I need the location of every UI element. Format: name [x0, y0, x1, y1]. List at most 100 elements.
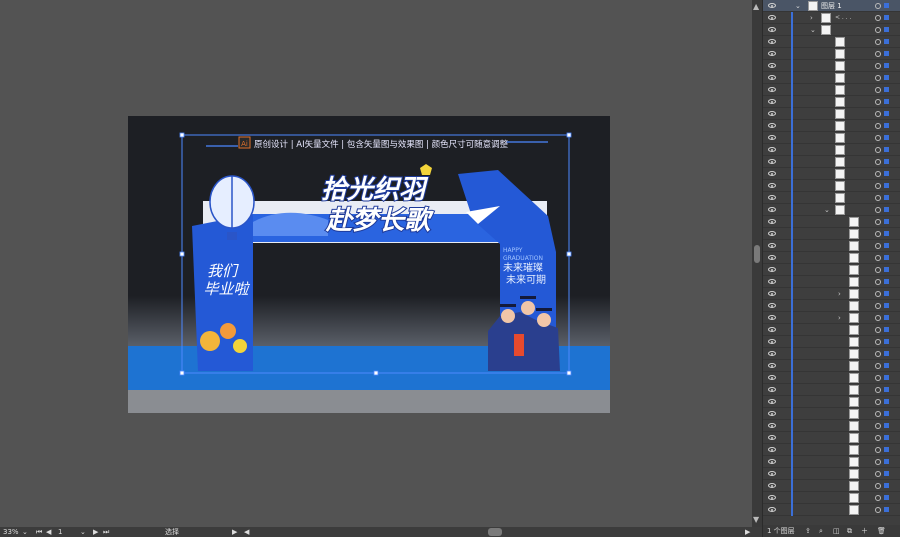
layer-row[interactable] [763, 384, 900, 396]
visibility-eye-icon[interactable] [768, 483, 776, 488]
scroll-down-arrow-icon[interactable]: ▼ [753, 515, 759, 524]
layer-target-icon[interactable] [875, 411, 881, 417]
collapse-chevron-icon[interactable]: ⌄ [824, 204, 830, 216]
sublayer-name[interactable]: < . . . [835, 12, 851, 24]
layer-row[interactable] [763, 420, 900, 432]
layer-row[interactable] [763, 144, 900, 156]
layer-row[interactable] [763, 84, 900, 96]
layer-target-icon[interactable] [875, 363, 881, 369]
layer-row[interactable] [763, 36, 900, 48]
selection-handle-ml[interactable] [179, 251, 185, 257]
layer-selection-indicator[interactable] [884, 3, 889, 8]
scroll-thumb[interactable] [754, 245, 760, 263]
layer-target-icon[interactable] [875, 159, 881, 165]
visibility-eye-icon[interactable] [768, 27, 776, 32]
layer-selection-indicator[interactable] [884, 39, 889, 44]
visibility-eye-icon[interactable] [768, 411, 776, 416]
layer-selection-indicator[interactable] [884, 15, 889, 20]
layer-selection-indicator[interactable] [884, 27, 889, 32]
layer-name[interactable]: 图层 1 [821, 0, 842, 12]
layer-row[interactable] [763, 432, 900, 444]
artboard-number[interactable]: 1 [58, 527, 62, 537]
layer-target-icon[interactable] [875, 39, 881, 45]
visibility-eye-icon[interactable] [768, 387, 776, 392]
layer-target-icon[interactable] [875, 219, 881, 225]
layer-selection-indicator[interactable] [884, 195, 889, 200]
visibility-eye-icon[interactable] [768, 15, 776, 20]
layer-target-icon[interactable] [875, 279, 881, 285]
layer-target-icon[interactable] [875, 99, 881, 105]
layer-selection-indicator[interactable] [884, 447, 889, 452]
layer-target-icon[interactable] [875, 483, 881, 489]
layer-row[interactable] [763, 156, 900, 168]
visibility-eye-icon[interactable] [768, 243, 776, 248]
layer-row[interactable] [763, 360, 900, 372]
layer-target-icon[interactable] [875, 15, 881, 21]
collapse-chevron-icon[interactable]: ⌄ [795, 2, 801, 10]
layer-target-icon[interactable] [875, 471, 881, 477]
layer-selection-indicator[interactable] [884, 495, 889, 500]
selection-handle-mr[interactable] [566, 251, 572, 257]
visibility-eye-icon[interactable] [768, 3, 776, 8]
layer-selection-indicator[interactable] [884, 435, 889, 440]
selection-handle-br[interactable] [566, 370, 572, 376]
layer-target-icon[interactable] [875, 27, 881, 33]
layer-selection-indicator[interactable] [884, 459, 889, 464]
layer-row-top[interactable]: ⌄ 图层 1 [763, 0, 900, 12]
layer-selection-indicator[interactable] [884, 315, 889, 320]
layer-selection-indicator[interactable] [884, 423, 889, 428]
layer-selection-indicator[interactable] [884, 147, 889, 152]
layer-row[interactable] [763, 324, 900, 336]
layer-row[interactable] [763, 444, 900, 456]
layer-target-icon[interactable] [875, 291, 881, 297]
layer-row[interactable] [763, 372, 900, 384]
layer-row[interactable] [763, 108, 900, 120]
layer-target-icon[interactable] [875, 111, 881, 117]
visibility-eye-icon[interactable] [768, 207, 776, 212]
zoom-dropdown-icon[interactable]: ⌄ [22, 527, 28, 537]
layer-row[interactable]: › [763, 312, 900, 324]
layer-target-icon[interactable] [875, 123, 881, 129]
layer-selection-indicator[interactable] [884, 207, 889, 212]
visibility-eye-icon[interactable] [768, 423, 776, 428]
layer-selection-indicator[interactable] [884, 159, 889, 164]
expand-chevron-icon[interactable]: › [838, 288, 841, 300]
visibility-eye-icon[interactable] [768, 219, 776, 224]
layer-target-icon[interactable] [875, 63, 881, 69]
layer-target-icon[interactable] [875, 183, 881, 189]
layer-selection-indicator[interactable] [884, 279, 889, 284]
layer-target-icon[interactable] [875, 135, 881, 141]
layer-selection-indicator[interactable] [884, 63, 889, 68]
layer-row[interactable]: › < . . . [763, 12, 900, 24]
layer-selection-indicator[interactable] [884, 111, 889, 116]
layer-target-icon[interactable] [875, 315, 881, 321]
canvas-workspace[interactable]: Ai 原创设计 | AI矢量文件 | 包含矢量图与效果图 | 颜色尺寸可随意调整… [0, 0, 752, 527]
layer-row[interactable] [763, 96, 900, 108]
layer-row[interactable] [763, 60, 900, 72]
locate-object-icon[interactable]: ⌕ [819, 525, 823, 537]
next-artboard-icon[interactable]: ▶ [93, 527, 98, 537]
layer-selection-indicator[interactable] [884, 243, 889, 248]
visibility-eye-icon[interactable] [768, 399, 776, 404]
visibility-eye-icon[interactable] [768, 147, 776, 152]
visibility-eye-icon[interactable] [768, 291, 776, 296]
layer-selection-indicator[interactable] [884, 87, 889, 92]
layer-target-icon[interactable] [875, 231, 881, 237]
layer-selection-indicator[interactable] [884, 411, 889, 416]
layer-selection-indicator[interactable] [884, 255, 889, 260]
first-artboard-icon[interactable]: ⏮ [36, 527, 42, 537]
visibility-eye-icon[interactable] [768, 111, 776, 116]
layer-target-icon[interactable] [875, 495, 881, 501]
visibility-eye-icon[interactable] [768, 507, 776, 512]
horizontal-scroll-thumb[interactable] [488, 528, 502, 536]
layer-target-icon[interactable] [875, 255, 881, 261]
layer-selection-indicator[interactable] [884, 51, 889, 56]
layer-row[interactable]: › [763, 288, 900, 300]
prev-artboard-icon[interactable]: ◀ [46, 527, 51, 537]
layer-row[interactable] [763, 216, 900, 228]
layer-target-icon[interactable] [875, 243, 881, 249]
layer-row[interactable] [763, 48, 900, 60]
layer-target-icon[interactable] [875, 51, 881, 57]
new-layer-icon[interactable]: ＋ [861, 525, 868, 537]
layer-row[interactable] [763, 300, 900, 312]
